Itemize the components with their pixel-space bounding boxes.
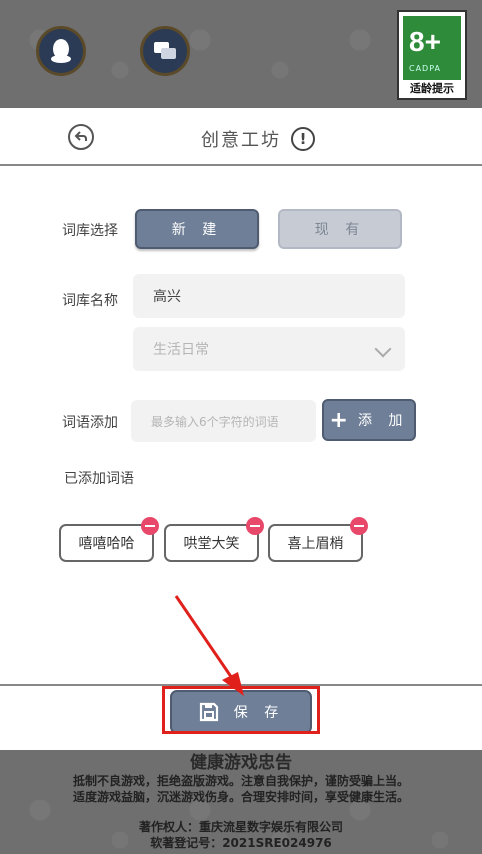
registration-number: 软著登记号：2021SRE024976: [150, 836, 332, 850]
pointer-arrow: [174, 595, 244, 696]
health-notice: 健康游戏忠告 抵制不良游戏，拒绝盗版游戏。注意自我保护，谨防受骗上当。 适度游戏…: [0, 748, 482, 851]
notice-line: 适度游戏益脑，沉迷游戏伤身。合理安排时间，享受健康生活。: [72, 790, 409, 804]
notice-title: 健康游戏忠告: [190, 753, 292, 773]
notice-line: 抵制不良游戏，拒绝盗版游戏。注意自我保护，谨防受骗上当。: [72, 774, 409, 788]
copyright-holder: 著作权人：重庆流星数字娱乐有限公司: [138, 820, 343, 834]
